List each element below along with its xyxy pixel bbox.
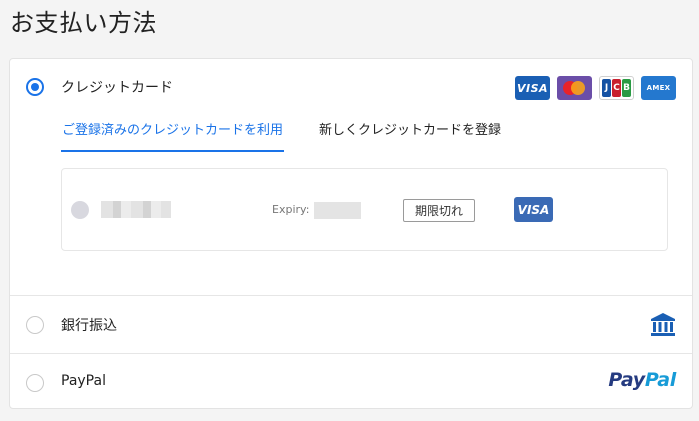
paypal-logo: PayPal <box>608 369 676 391</box>
card-brand-logos: VISA J C B AMEX <box>515 76 676 100</box>
page-title: お支払い方法 <box>10 9 157 37</box>
jcb-icon: J C B <box>599 76 634 100</box>
credit-card-tabs: ご登録済みのクレジットカードを利用 新しくクレジットカードを登録 <box>61 119 502 152</box>
bank-icon <box>651 313 675 336</box>
visa-icon: VISA <box>515 76 550 100</box>
bank-transfer-radio[interactable] <box>26 316 44 334</box>
payment-method-paypal: PayPal PayPal <box>10 353 692 410</box>
payment-methods-panel: クレジットカード VISA J C B AMEX ご登録済みのクレジットカードを… <box>9 58 693 409</box>
paypal-radio[interactable] <box>26 374 44 392</box>
amex-icon: AMEX <box>641 76 676 100</box>
mastercard-icon <box>557 76 592 100</box>
paypal-label[interactable]: PayPal <box>61 373 106 389</box>
tab-new-card[interactable]: 新しくクレジットカードを登録 <box>318 119 502 152</box>
payment-method-credit-card: クレジットカード VISA J C B AMEX ご登録済みのクレジットカードを… <box>10 59 692 295</box>
credit-card-radio[interactable] <box>26 78 44 96</box>
bank-transfer-label[interactable]: 銀行振込 <box>61 315 117 335</box>
payment-method-bank-transfer: 銀行振込 <box>10 295 692 353</box>
saved-card-item[interactable]: Expiry: 期限切れ VISA <box>61 168 668 251</box>
masked-card-number <box>101 201 171 218</box>
masked-expiry-date <box>314 202 361 219</box>
expired-status-badge: 期限切れ <box>403 199 475 222</box>
expiry-label: Expiry: <box>272 203 310 216</box>
credit-card-label[interactable]: クレジットカード <box>61 77 173 97</box>
tab-saved-cards[interactable]: ご登録済みのクレジットカードを利用 <box>61 119 285 152</box>
saved-card-radio[interactable] <box>71 201 89 219</box>
saved-card-visa-icon: VISA <box>514 197 553 222</box>
